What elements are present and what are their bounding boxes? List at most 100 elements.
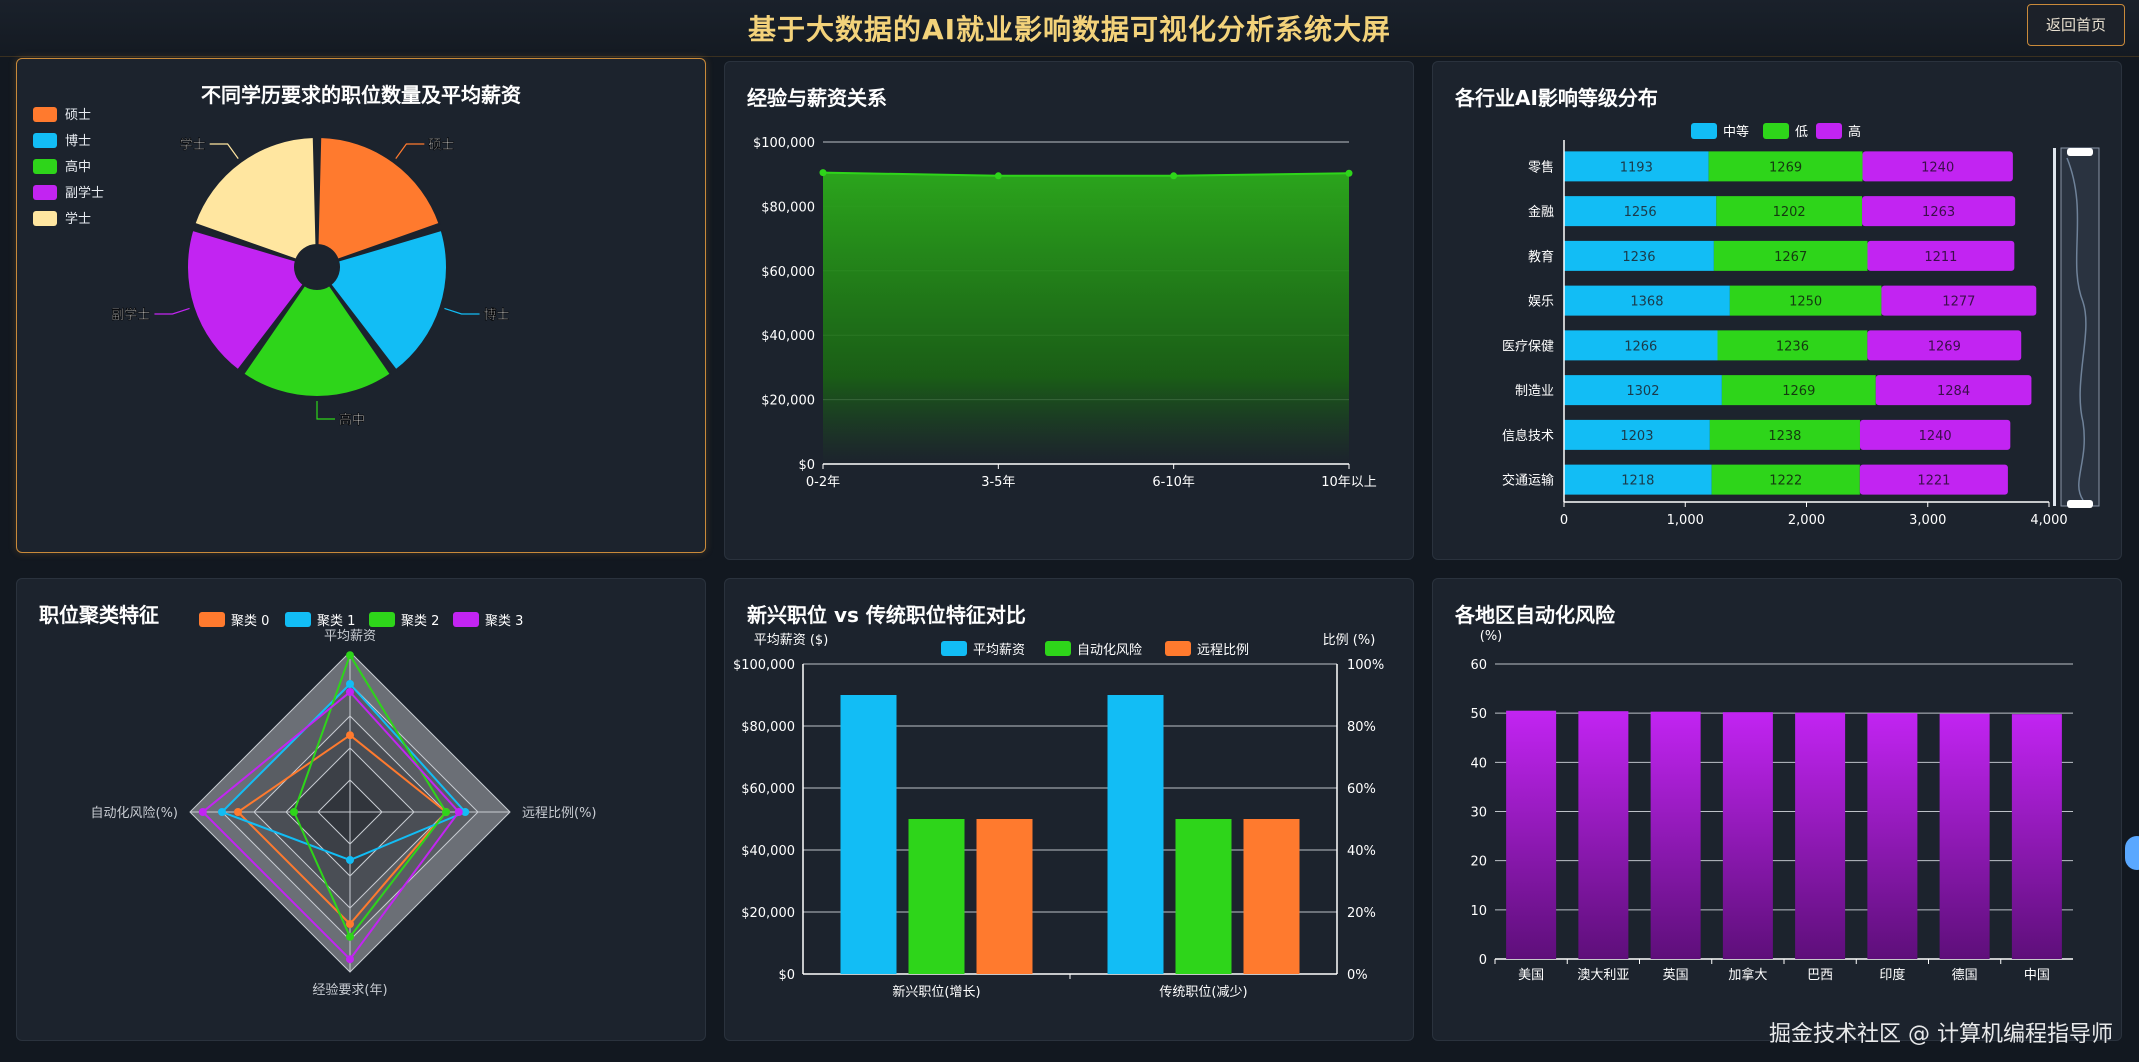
side-scroll-handle[interactable] (2125, 836, 2139, 870)
chart-industry-stacked-bar[interactable]: 中等 低 高零售 1193 1269 1240 金融 1256 1202 1263 教育 1236 12… (1433, 62, 2123, 561)
bar-value-label: 1277 (1942, 295, 1975, 310)
x-tick-label: 1,000 (1667, 513, 1704, 528)
legend-label: 聚类 3 (485, 614, 523, 629)
y-tick-label: $20,000 (761, 394, 815, 409)
bar-value-label: 1222 (1769, 474, 1802, 489)
bar (1243, 819, 1300, 974)
bar-value-label: 1269 (1928, 339, 1961, 354)
bar-value-label: 1256 (1624, 205, 1657, 220)
x-tick-label: 澳大利亚 (1577, 967, 1629, 983)
y-tick-label: $60,000 (741, 782, 795, 797)
chart-compare-bar[interactable]: 平均薪资 自动化风险 远程比例 平均薪资 ($) 比例 (%) $0 $20,000 $40,… (725, 579, 1415, 1042)
chart-cluster-radar[interactable]: 聚类 0 聚类 1 聚类 2 聚类 3 平均薪资远程比例(%) 经验要求(年) 自动化风险(… (17, 579, 707, 1042)
legend-swatch (1165, 641, 1191, 656)
y-tick-label: 信息技术 (1502, 428, 1554, 444)
y-tick-label-right: 80% (1347, 720, 1376, 735)
y-tick-label: $100,000 (753, 136, 815, 151)
x-tick-label: 英国 (1663, 968, 1689, 983)
y-axis-title-right: 比例 (%) (1323, 633, 1376, 648)
radar-point (454, 808, 463, 816)
bar-value-label: 1203 (1620, 429, 1653, 444)
y-tick-label: 零售 (1528, 159, 1554, 175)
bar-value-label: 1240 (1919, 429, 1952, 444)
radar-point (346, 688, 354, 696)
legend-swatch (33, 211, 57, 226)
bar-value-label: 1236 (1776, 339, 1809, 354)
page-title: 基于大数据的AI就业影响数据可视化分析系统大屏 (747, 13, 1392, 46)
chart-region-bar[interactable]: (%) 0 10 20 30 40 50 60 美国 澳大利亚 英国 加拿大 巴西 印度 德国 中国 (1433, 579, 2123, 1042)
bar-value-label: 1238 (1768, 429, 1801, 444)
y-tick-label: 金融 (1528, 204, 1554, 220)
y-tick-label: 交通运输 (1502, 473, 1554, 489)
legend-swatch (199, 612, 225, 627)
bar (1578, 711, 1629, 959)
chart-education-pie[interactable]: 硕士博士高中副学士学士硕士博士高中副学士学士 (17, 59, 707, 554)
y-tick-label: 制造业 (1515, 384, 1554, 399)
panel-education: 不同学历要求的职位数量及平均薪资 硕士 博士 高中 副学士 学士 硕士 博士 高中 副学士 学士 (16, 58, 706, 553)
zoom-slider-track (2060, 147, 2100, 507)
legend-swatch (369, 612, 395, 627)
x-tick-label: 德国 (1952, 968, 1978, 983)
bar-value-label: 1302 (1626, 384, 1659, 399)
bar-value-label: 1269 (1782, 384, 1815, 399)
panel-industry: 各行业AI影响等级分布 中等低高零售 1193 1269 1240 金融 1256 1202… (1432, 61, 2122, 560)
y-tick-label: 20 (1470, 855, 1487, 870)
panel-compare: 新兴职位 vs 传统职位特征对比 平均薪资 自动化风险 远程比例 平均薪资 ($) 比例… (724, 578, 1414, 1041)
chart-experience-area[interactable]: $0 $20,000 $40,000 $60,000 $80,000 $100,000 0-… (725, 62, 1415, 561)
y-tick-label: $0 (778, 968, 795, 983)
bar (976, 819, 1033, 974)
x-tick-label: 加拿大 (1728, 967, 1767, 983)
pie-label: 高中 (339, 412, 365, 428)
back-home-button[interactable]: 返回首页 (2027, 4, 2125, 46)
bar (1795, 712, 1846, 959)
y-axis-title-left: 平均薪资 ($) (754, 633, 829, 648)
y-tick-label: 教育 (1528, 249, 1554, 265)
x-tick-label: 10年以上 (1321, 475, 1377, 490)
zoom-handle-top (2067, 148, 2093, 156)
bar-value-label: 1218 (1621, 474, 1654, 489)
header-bar: 基于大数据的AI就业影响数据可视化分析系统大屏 返回首页 (0, 0, 2139, 57)
legend-swatch (941, 641, 967, 656)
data-point (1345, 169, 1353, 177)
legend-swatch (33, 107, 57, 122)
y-tick-label: $80,000 (761, 200, 815, 215)
bar (1867, 713, 1918, 959)
y-tick-label: $80,000 (741, 720, 795, 735)
y-tick-label: 娱乐 (1528, 295, 1554, 310)
pie-label: 博士 (484, 308, 510, 323)
radar-point (218, 808, 226, 816)
legend-label: 中等 (1723, 124, 1749, 140)
bar-value-label: 1266 (1624, 339, 1657, 354)
legend-swatch (1691, 123, 1717, 139)
radar-indicator-label: 自动化风险(%) (91, 806, 179, 821)
legend-label: 学士 (65, 211, 91, 227)
panel-experience: 经验与薪资关系 $0 $20,000 $40,000 $60,000 $80,000 $1… (724, 61, 1414, 560)
pie-label-line (154, 307, 190, 315)
x-tick-label: 新兴职位(增长) (892, 984, 980, 1000)
bar (1939, 713, 1990, 959)
legend-swatch (1816, 123, 1842, 139)
legend-label: 自动化风险 (1077, 643, 1142, 658)
x-tick-label: 美国 (1518, 968, 1544, 983)
bar (1506, 710, 1557, 959)
x-tick-label: 巴西 (1807, 968, 1833, 983)
legend-label: 副学士 (65, 185, 104, 201)
x-tick-label: 印度 (1879, 967, 1905, 983)
bar-value-label: 1269 (1769, 160, 1802, 175)
y-tick-label: 60 (1470, 658, 1487, 673)
radar-point (290, 808, 298, 816)
radar-point (346, 920, 354, 928)
legend-label: 博士 (65, 134, 91, 149)
radar-indicator-label: 平均薪资 (324, 629, 376, 644)
pie-label: 副学士 (111, 307, 150, 323)
bar (1722, 712, 1773, 959)
y-tick-label: $60,000 (761, 265, 815, 280)
x-tick-label: 0-2年 (806, 475, 840, 490)
radar-point (346, 955, 354, 964)
legend-swatch (1763, 123, 1789, 139)
pie-label: 学士 (180, 137, 206, 153)
legend-label: 平均薪资 (973, 643, 1025, 658)
x-tick-label: 2,000 (1788, 513, 1825, 528)
panel-region: 各地区自动化风险 (%) 0 10 20 30 40 50 60 美国 澳大利亚 英国 加拿大 巴西 印度… (1432, 578, 2122, 1041)
legend-swatch (33, 133, 57, 148)
